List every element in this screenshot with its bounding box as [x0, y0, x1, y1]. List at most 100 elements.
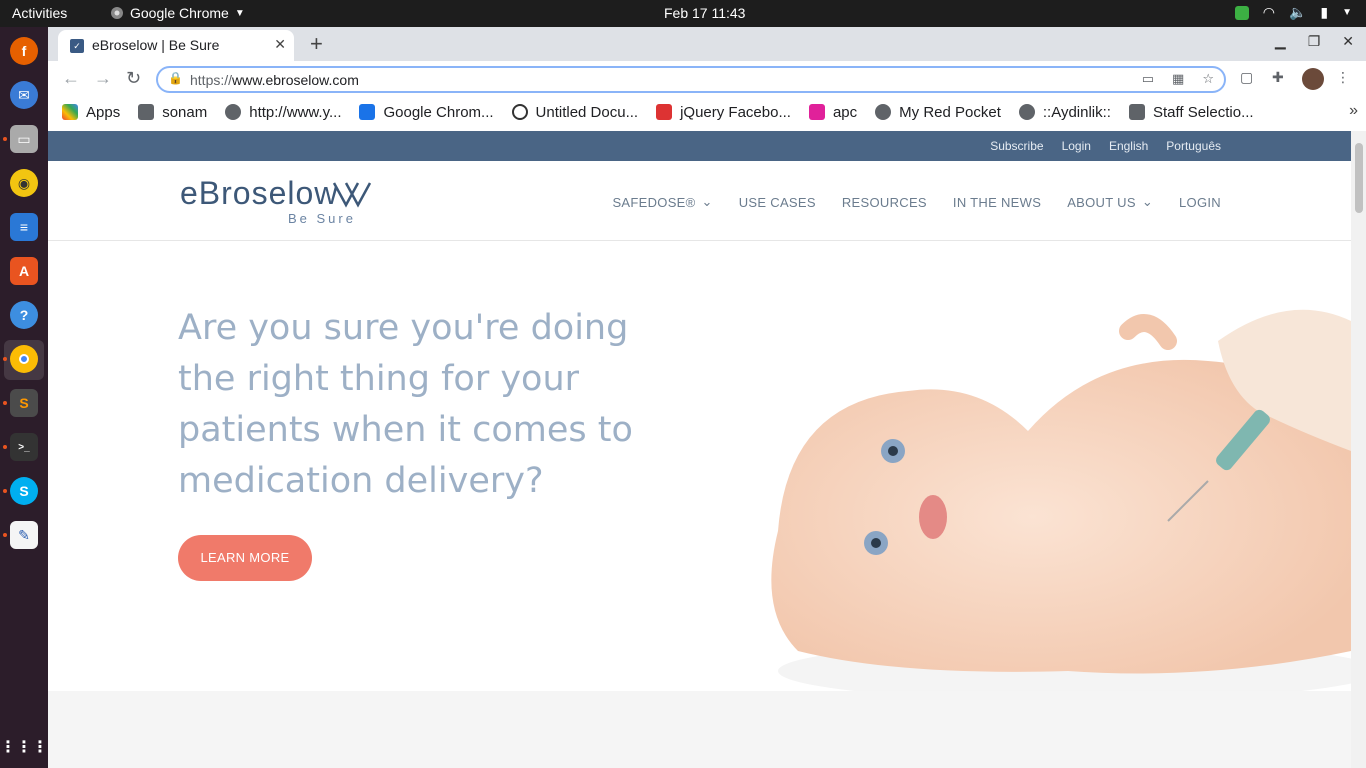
site-header: eBroselow Be Sure SAFEDOSE® ⌄ USE CASES R…: [48, 161, 1351, 241]
baby-injection-photo: [771, 309, 1351, 691]
bookmark-item[interactable]: Staff Selectio...: [1128, 104, 1254, 121]
site-favicon-icon: ✓: [70, 39, 84, 53]
logo-check-mark-icon: [332, 182, 372, 208]
skype-icon[interactable]: S: [10, 477, 38, 505]
close-window-icon[interactable]: ✕: [1342, 33, 1354, 50]
menu-kebab-icon[interactable]: ⋮: [1336, 69, 1350, 86]
sublime-icon[interactable]: S: [10, 389, 38, 417]
tab-active[interactable]: ✓ eBroselow | Be Sure ✕: [58, 30, 294, 61]
bookmark-item[interactable]: Google Chrom...: [359, 104, 494, 121]
omnibox-actions: ▭ ▦ ☆: [1142, 71, 1214, 87]
chevron-down-icon: ▼: [1342, 7, 1352, 18]
nav-login[interactable]: LOGIN: [1179, 194, 1221, 210]
nav-in-the-news[interactable]: IN THE NEWS: [953, 194, 1041, 210]
tab-title: eBroselow | Be Sure: [92, 37, 220, 53]
login-link[interactable]: Login: [1062, 139, 1091, 153]
hero-section: Are you sure you're doing the right thin…: [48, 241, 1351, 691]
chevron-down-icon: ⌄: [701, 194, 713, 209]
chevron-down-icon: ▼: [234, 7, 245, 19]
bookmarks-bar: Apps sonam http://www.y... Google Chrom.…: [48, 97, 1366, 127]
bookmark-item[interactable]: http://www.y...: [225, 104, 341, 121]
app-menu-label: Google Chrome: [130, 5, 229, 21]
profile-avatar[interactable]: [1302, 68, 1324, 90]
bookmark-item[interactable]: ::Aydinlik::: [1018, 104, 1111, 121]
next-section: [48, 691, 1351, 768]
clock[interactable]: Feb 17 11:43: [664, 5, 745, 21]
new-tab-button[interactable]: +: [310, 31, 323, 57]
apc-icon: [808, 104, 825, 120]
nav-use-cases[interactable]: USE CASES: [739, 194, 816, 210]
app-menu[interactable]: Google Chrome ▼: [110, 5, 245, 21]
reload-icon[interactable]: ↻: [126, 68, 141, 89]
files-icon[interactable]: ▭: [10, 125, 38, 153]
bookmark-item[interactable]: Apps: [62, 104, 120, 121]
qr-code-icon[interactable]: ▦: [1172, 71, 1184, 87]
rhythmbox-icon[interactable]: ◉: [10, 169, 38, 197]
staff-icon: [1128, 104, 1145, 120]
logo-brand: eBroselow: [180, 175, 339, 211]
bookmark-item[interactable]: apc: [808, 104, 857, 121]
scrollbar-thumb[interactable]: [1355, 143, 1363, 213]
apps-grid-icon: [62, 104, 78, 120]
minimize-icon[interactable]: ▁: [1275, 33, 1286, 50]
chevron-down-icon: ⌄: [1141, 194, 1154, 209]
battery-icon: ▮: [1320, 4, 1329, 20]
system-tray[interactable]: ◠ 🔈 ▮ ▼: [1234, 4, 1352, 21]
bookmark-item[interactable]: My Red Pocket: [875, 104, 1001, 121]
volume-icon: 🔈: [1288, 4, 1307, 20]
close-tab-icon[interactable]: ✕: [274, 36, 286, 53]
chrome-window: ✓ eBroselow | Be Sure ✕ + ▁ ❐ ✕ ← → ↻ 🔒 …: [48, 27, 1366, 768]
jquery-icon: [656, 104, 673, 120]
update-check-icon[interactable]: [1234, 5, 1249, 20]
system-top-bar: Activities Google Chrome ▼ Feb 17 11:43 …: [0, 0, 1366, 27]
back-icon[interactable]: ←: [62, 68, 80, 89]
browser-toolbar: ← → ↻ 🔒 https://www.ebroselow.com ▭ ▦ ☆ …: [48, 61, 1366, 97]
url-scheme: https://: [190, 72, 233, 88]
site-logo[interactable]: eBroselow Be Sure: [180, 175, 372, 226]
running-indicator: [3, 445, 7, 449]
site-utility-bar: Subscribe Login English Português: [48, 131, 1351, 161]
software-center-icon[interactable]: A: [10, 257, 38, 285]
address-bar[interactable]: 🔒 https://www.ebroselow.com ▭ ▦ ☆: [156, 66, 1226, 93]
globe-icon: [875, 104, 892, 120]
folder-icon: [138, 104, 155, 120]
wifi-icon: ◠: [1262, 4, 1275, 20]
nav-safedose[interactable]: SAFEDOSE® ⌄: [612, 194, 712, 210]
page-scrollbar[interactable]: [1351, 131, 1366, 768]
learn-more-button[interactable]: LEARN MORE: [178, 535, 312, 581]
running-indicator: [3, 357, 7, 361]
puzzle-extensions-icon[interactable]: ✚: [1272, 69, 1284, 86]
maximize-icon[interactable]: ❐: [1308, 33, 1321, 50]
firefox-icon[interactable]: f: [10, 37, 38, 65]
show-apps-icon[interactable]: ⋮⋮⋮: [0, 733, 48, 761]
bookmark-item[interactable]: Untitled Docu...: [511, 104, 638, 121]
thunderbird-icon[interactable]: ✉: [10, 81, 38, 109]
running-indicator: [3, 401, 7, 405]
extension-icon[interactable]: ▢: [1240, 69, 1253, 86]
bookmark-item[interactable]: sonam: [138, 104, 207, 121]
chrome-icon[interactable]: [10, 345, 38, 373]
url-text[interactable]: https://www.ebroselow.com: [190, 72, 359, 88]
subscribe-link[interactable]: Subscribe: [990, 139, 1043, 153]
url-host: www.ebroselow.com: [232, 72, 359, 88]
text-editor-icon[interactable]: ✎: [10, 521, 38, 549]
forward-icon[interactable]: →: [94, 68, 112, 89]
grid-icon: [359, 104, 376, 120]
lock-icon[interactable]: 🔒: [168, 71, 183, 85]
help-icon[interactable]: ?: [10, 301, 38, 329]
terminal-icon[interactable]: >_: [10, 433, 38, 461]
bookmark-star-icon[interactable]: ☆: [1202, 71, 1214, 87]
window-controls: ▁ ❐ ✕: [1275, 33, 1354, 50]
english-link[interactable]: English: [1109, 139, 1148, 153]
activities-button[interactable]: Activities: [12, 5, 67, 21]
cast-icon[interactable]: ▭: [1142, 71, 1154, 87]
nav-about-us[interactable]: ABOUT US ⌄: [1067, 194, 1153, 210]
running-indicator: [3, 489, 7, 493]
running-indicator: [3, 137, 7, 141]
nav-resources[interactable]: RESOURCES: [842, 194, 927, 210]
bookmarks-overflow-icon[interactable]: »: [1349, 102, 1358, 120]
writer-icon[interactable]: ≡: [10, 213, 38, 241]
chrome-small-icon: [111, 7, 123, 19]
portuguese-link[interactable]: Português: [1166, 139, 1221, 153]
bookmark-item[interactable]: jQuery Facebo...: [656, 104, 791, 121]
